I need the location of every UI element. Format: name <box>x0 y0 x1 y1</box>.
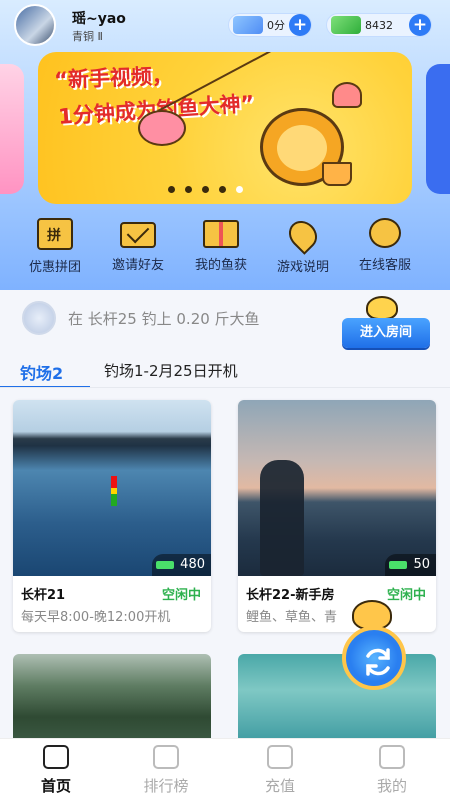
viewer-count: 50 <box>413 557 430 572</box>
bottom-tab-bar: 首页 排行榜 充值 我的 <box>0 738 450 800</box>
divider <box>0 387 450 388</box>
carousel-dot-active[interactable] <box>236 186 243 193</box>
user-level: 青铜 Ⅱ <box>72 30 103 43</box>
avatar[interactable] <box>14 4 56 46</box>
anglers-silhouette <box>260 460 304 576</box>
envelope-icon <box>120 222 156 248</box>
quick-nav-invite[interactable]: 邀请好友 <box>93 218 183 273</box>
tab-ranking[interactable]: 排行榜 <box>126 745 206 796</box>
carousel-indicators <box>168 186 243 193</box>
carousel-dot[interactable] <box>202 186 209 193</box>
tab-label: 排行榜 <box>143 777 189 795</box>
gold-coin-icon <box>233 16 263 34</box>
header: 瑶~yao 青铜 Ⅱ 0分 + 8432 + <box>0 0 450 48</box>
mascot-deco-icon <box>366 296 398 320</box>
refresh-icon <box>366 648 390 676</box>
fish-illustration <box>138 110 186 146</box>
carousel-dot[interactable] <box>168 186 175 193</box>
tab-profile[interactable]: 我的 <box>352 745 432 796</box>
battery-bolt-icon <box>331 16 361 34</box>
notice-avatar <box>22 301 56 335</box>
quick-nav-label: 优惠拼团 <box>28 260 81 275</box>
room-description: 鲤鱼、草鱼、青 <box>246 610 338 625</box>
banner-prev-slide[interactable] <box>0 64 24 194</box>
carousel-dot[interactable] <box>219 186 226 193</box>
home-icon <box>43 745 69 769</box>
add-score-button[interactable]: + <box>289 14 311 36</box>
floating-refresh <box>338 600 410 690</box>
room-card[interactable] <box>13 654 211 744</box>
quick-nav-guide[interactable]: 游戏说明 <box>258 215 348 275</box>
quick-nav: 优惠拼团 邀请好友 我的鱼获 游戏说明 在线客服 <box>0 215 450 278</box>
trophy-icon <box>153 745 179 769</box>
octopus-illustration <box>332 82 362 108</box>
battery-icon <box>389 561 408 569</box>
profile-icon <box>379 745 405 769</box>
quick-nav-support[interactable]: 在线客服 <box>340 218 430 273</box>
carousel-dot[interactable] <box>185 186 192 193</box>
room-card[interactable]: 480 长杆21 空闲中 每天早8:00-晚12:00开机 <box>13 400 211 632</box>
banner-carousel[interactable]: “新手视频， 1分钟成为钓鱼大神” <box>38 52 412 204</box>
room-name: 长杆22-新手房 <box>246 588 335 603</box>
tab-label: 首页 <box>40 777 71 795</box>
score-value: 0分 <box>267 19 285 32</box>
room-status: 空闲中 <box>161 588 201 603</box>
tab-venue-2[interactable]: 钓场2 <box>20 360 63 384</box>
customer-service-icon <box>369 218 401 248</box>
banner-next-slide[interactable] <box>426 64 450 194</box>
fishing-float-illustration <box>111 476 117 506</box>
score-pill: 0分 + <box>228 13 312 37</box>
tab-venue-1[interactable]: 钓场1-2月25日开机 <box>104 360 238 381</box>
enter-room-button[interactable]: 进入房间 <box>342 318 430 348</box>
energy-value: 8432 <box>365 18 393 32</box>
gift-box-icon <box>203 220 239 248</box>
tab-label: 我的 <box>376 777 407 795</box>
add-energy-button[interactable]: + <box>409 14 431 36</box>
banner-headline-1: “新手视频， <box>53 63 174 93</box>
username: 瑶~yao <box>72 11 126 27</box>
group-buy-bag-icon <box>37 218 73 250</box>
quick-nav-label: 在线客服 <box>358 258 411 273</box>
refresh-button[interactable] <box>342 626 406 690</box>
quick-nav-label: 邀请好友 <box>111 258 164 273</box>
quick-nav-group-buy[interactable]: 优惠拼团 <box>10 218 100 275</box>
viewer-count-badge: 480 <box>152 554 211 576</box>
room-name: 长杆21 <box>21 588 66 603</box>
quick-nav-label: 游戏说明 <box>276 260 329 275</box>
room-card[interactable]: 50 长杆22-新手房 空闲中 鲤鱼、草鱼、青 <box>238 400 436 632</box>
room-description: 每天早8:00-晚12:00开机 <box>21 610 171 625</box>
bucket-illustration <box>322 162 352 186</box>
venue-tabs: 钓场2 钓场1-2月25日开机 <box>0 356 450 388</box>
battery-icon <box>156 561 175 569</box>
viewer-count: 480 <box>180 557 205 572</box>
tab-label: 充值 <box>264 777 295 795</box>
tab-recharge[interactable]: 充值 <box>240 745 320 796</box>
wallet-icon <box>267 745 293 769</box>
quick-nav-my-catch[interactable]: 我的鱼获 <box>176 218 266 273</box>
viewer-count-badge: 50 <box>385 554 436 576</box>
energy-pill: 8432 + <box>326 13 432 37</box>
location-pin-icon <box>283 215 323 255</box>
notice-text: 在 长杆25 钓上 0.20 斤大鱼 <box>68 310 260 328</box>
tab-home[interactable]: 首页 <box>16 745 96 796</box>
quick-nav-label: 我的鱼获 <box>194 258 247 273</box>
